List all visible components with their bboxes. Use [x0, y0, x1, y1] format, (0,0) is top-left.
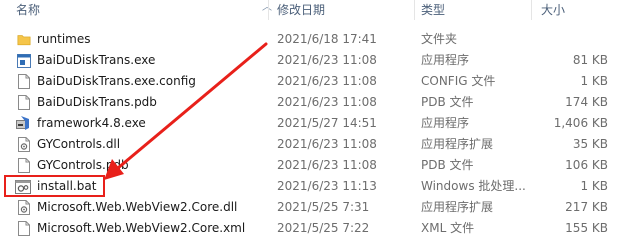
column-divider[interactable] [414, 0, 415, 20]
file-size: 81 KB [572, 53, 608, 67]
folder-icon [17, 35, 31, 46]
file-date: 2021/6/23 11:08 [277, 74, 377, 88]
file-date: 2021/6/23 11:08 [277, 53, 377, 67]
file-name: GYControls.dll [37, 137, 121, 151]
file-name-cell[interactable]: GYControls.dll [14, 134, 266, 155]
file-name-cell[interactable]: runtimes [14, 29, 266, 50]
file-size: 174 KB [565, 95, 608, 109]
file-name-cell[interactable]: GYControls.pdb [14, 155, 266, 176]
file-row[interactable]: BaiDuDiskTrans.pdb 2021/6/23 11:08 PDB 文… [0, 92, 624, 113]
file-row[interactable]: Microsoft.Web.WebView2.Core.dll 2021/5/2… [0, 197, 624, 218]
file-name-cell[interactable]: Microsoft.Web.WebView2.Core.xml [14, 218, 266, 239]
file-type: 应用程序 [421, 116, 470, 130]
file-list: runtimes 2021/6/18 17:41 文件夹 BaiDuDiskTr… [0, 29, 624, 239]
installer-icon [16, 116, 29, 130]
dll-icon [18, 200, 30, 215]
exe-app-icon [17, 54, 31, 68]
file-name: runtimes [37, 32, 91, 46]
file-type: PDB 文件 [421, 158, 474, 172]
file-name-cell[interactable]: Microsoft.Web.WebView2.Core.dll [14, 197, 266, 218]
file-date: 2021/6/23 11:08 [277, 137, 377, 151]
file-type: 文件夹 [421, 32, 458, 46]
file-type: CONFIG 文件 [421, 74, 496, 88]
annotation-highlight-box [4, 175, 105, 197]
file-name: framework4.8.exe [37, 116, 146, 130]
file-date: 2021/6/23 11:08 [277, 158, 377, 172]
column-header-bar: ︿ 名称 修改日期 类型 大小 [0, 0, 624, 20]
file-row[interactable]: BaiDuDiskTrans.exe 2021/6/23 11:08 应用程序 … [0, 50, 624, 71]
file-name-cell[interactable]: framework4.8.exe [14, 113, 266, 134]
dll-icon [18, 137, 30, 152]
file-type: XML 文件 [421, 221, 475, 235]
file-date: 2021/5/25 7:22 [277, 221, 370, 235]
column-header-date[interactable]: 修改日期 [277, 0, 325, 20]
document-icon [18, 74, 30, 89]
file-row[interactable]: BaiDuDiskTrans.exe.config 2021/6/23 11:0… [0, 71, 624, 92]
file-name: Microsoft.Web.WebView2.Core.dll [37, 200, 238, 214]
file-name: BaiDuDiskTrans.pdb [37, 95, 157, 109]
file-type: Windows 批处理... [421, 179, 526, 193]
file-name: GYControls.pdb [37, 158, 129, 172]
file-type: 应用程序扩展 [421, 200, 494, 214]
file-size: 155 KB [565, 221, 608, 235]
file-size: 1 KB [580, 74, 608, 88]
file-name: BaiDuDiskTrans.exe [37, 53, 156, 67]
column-divider[interactable] [268, 0, 269, 20]
file-name: BaiDuDiskTrans.exe.config [37, 74, 196, 88]
file-date: 2021/6/23 11:13 [277, 179, 377, 193]
file-row[interactable]: GYControls.pdb 2021/6/23 11:08 PDB 文件 10… [0, 155, 624, 176]
file-row[interactable]: framework4.8.exe 2021/5/27 14:51 应用程序 1,… [0, 113, 624, 134]
file-size: 35 KB [572, 137, 608, 151]
file-type: 应用程序 [421, 53, 470, 67]
file-type: PDB 文件 [421, 95, 474, 109]
document-icon [18, 221, 30, 236]
file-size: 1,406 KB [553, 116, 608, 130]
file-name-cell[interactable]: BaiDuDiskTrans.exe.config [14, 71, 266, 92]
file-name-cell[interactable]: BaiDuDiskTrans.exe [14, 50, 266, 71]
file-row[interactable]: runtimes 2021/6/18 17:41 文件夹 [0, 29, 624, 50]
file-type: 应用程序扩展 [421, 137, 494, 151]
file-name-cell[interactable]: BaiDuDiskTrans.pdb [14, 92, 266, 113]
file-size: 217 KB [565, 200, 608, 214]
file-size [520, 29, 608, 50]
file-name: Microsoft.Web.WebView2.Core.xml [37, 221, 246, 235]
file-size: 1 KB [580, 179, 608, 193]
file-date: 2021/6/23 11:08 [277, 95, 377, 109]
sort-chevron-icon[interactable]: ︿ [262, 0, 272, 13]
file-row[interactable]: Microsoft.Web.WebView2.Core.xml 2021/5/2… [0, 218, 624, 239]
column-header-name[interactable]: 名称 [16, 0, 40, 20]
column-divider[interactable] [531, 0, 532, 20]
document-icon [18, 158, 30, 173]
file-size: 106 KB [565, 158, 608, 172]
file-date: 2021/5/27 14:51 [277, 116, 377, 130]
file-row[interactable]: GYControls.dll 2021/6/23 11:08 应用程序扩展 35… [0, 134, 624, 155]
file-date: 2021/6/18 17:41 [277, 32, 377, 46]
column-header-type[interactable]: 类型 [421, 0, 445, 20]
column-header-size[interactable]: 大小 [541, 0, 565, 20]
document-icon [18, 95, 30, 110]
file-date: 2021/5/25 7:31 [277, 200, 370, 214]
